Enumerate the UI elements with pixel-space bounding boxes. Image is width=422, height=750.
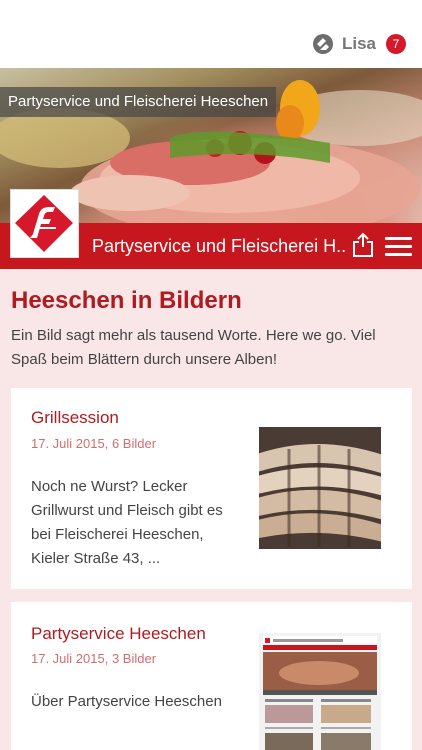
album-meta: 17. Juli 2015, 6 Bilder (31, 436, 157, 451)
website-screenshot-icon (259, 633, 381, 750)
top-bar: Lisa 7 (0, 0, 422, 68)
notification-badge[interactable]: 7 (386, 34, 406, 54)
menu-line (385, 245, 412, 248)
album-meta: 17. Juli 2015, 3 Bilder (31, 651, 157, 666)
logo-f-icon (15, 195, 73, 252)
menu-line (385, 253, 412, 256)
album-thumbnail[interactable] (259, 427, 381, 549)
album-card[interactable]: Grillsession 17. Juli 2015, 6 Bilder Noc… (11, 388, 412, 589)
album-title[interactable]: Grillsession (31, 408, 119, 428)
page-title: Heeschen in Bildern (11, 287, 242, 314)
user-name: Lisa (341, 34, 376, 53)
hero-caption: Partyservice und Fleischerei Heeschen (0, 87, 277, 117)
album-description: Noch ne Wurst? Lecker Grillwurst und Fle… (31, 478, 223, 567)
brand-title: Partyservice und Fleischerei H... (92, 236, 346, 256)
share-icon[interactable] (351, 232, 375, 258)
album-title[interactable]: Partyservice Heeschen (31, 624, 206, 644)
app-logo-icon (312, 34, 333, 54)
album-card[interactable]: Partyservice Heeschen 17. Juli 2015, 3 B… (11, 602, 412, 750)
album-description: Über Partyservice Heeschen (31, 693, 222, 710)
company-logo[interactable] (10, 189, 79, 258)
user-area[interactable]: Lisa 7 (312, 33, 406, 55)
page-intro: Ein Bild sagt mehr als tausend Worte. He… (11, 327, 376, 368)
album-thumbnail[interactable] (259, 633, 381, 750)
hamburger-menu-icon[interactable] (385, 237, 412, 256)
menu-line (385, 237, 412, 240)
sausage-photo-icon (259, 427, 381, 549)
